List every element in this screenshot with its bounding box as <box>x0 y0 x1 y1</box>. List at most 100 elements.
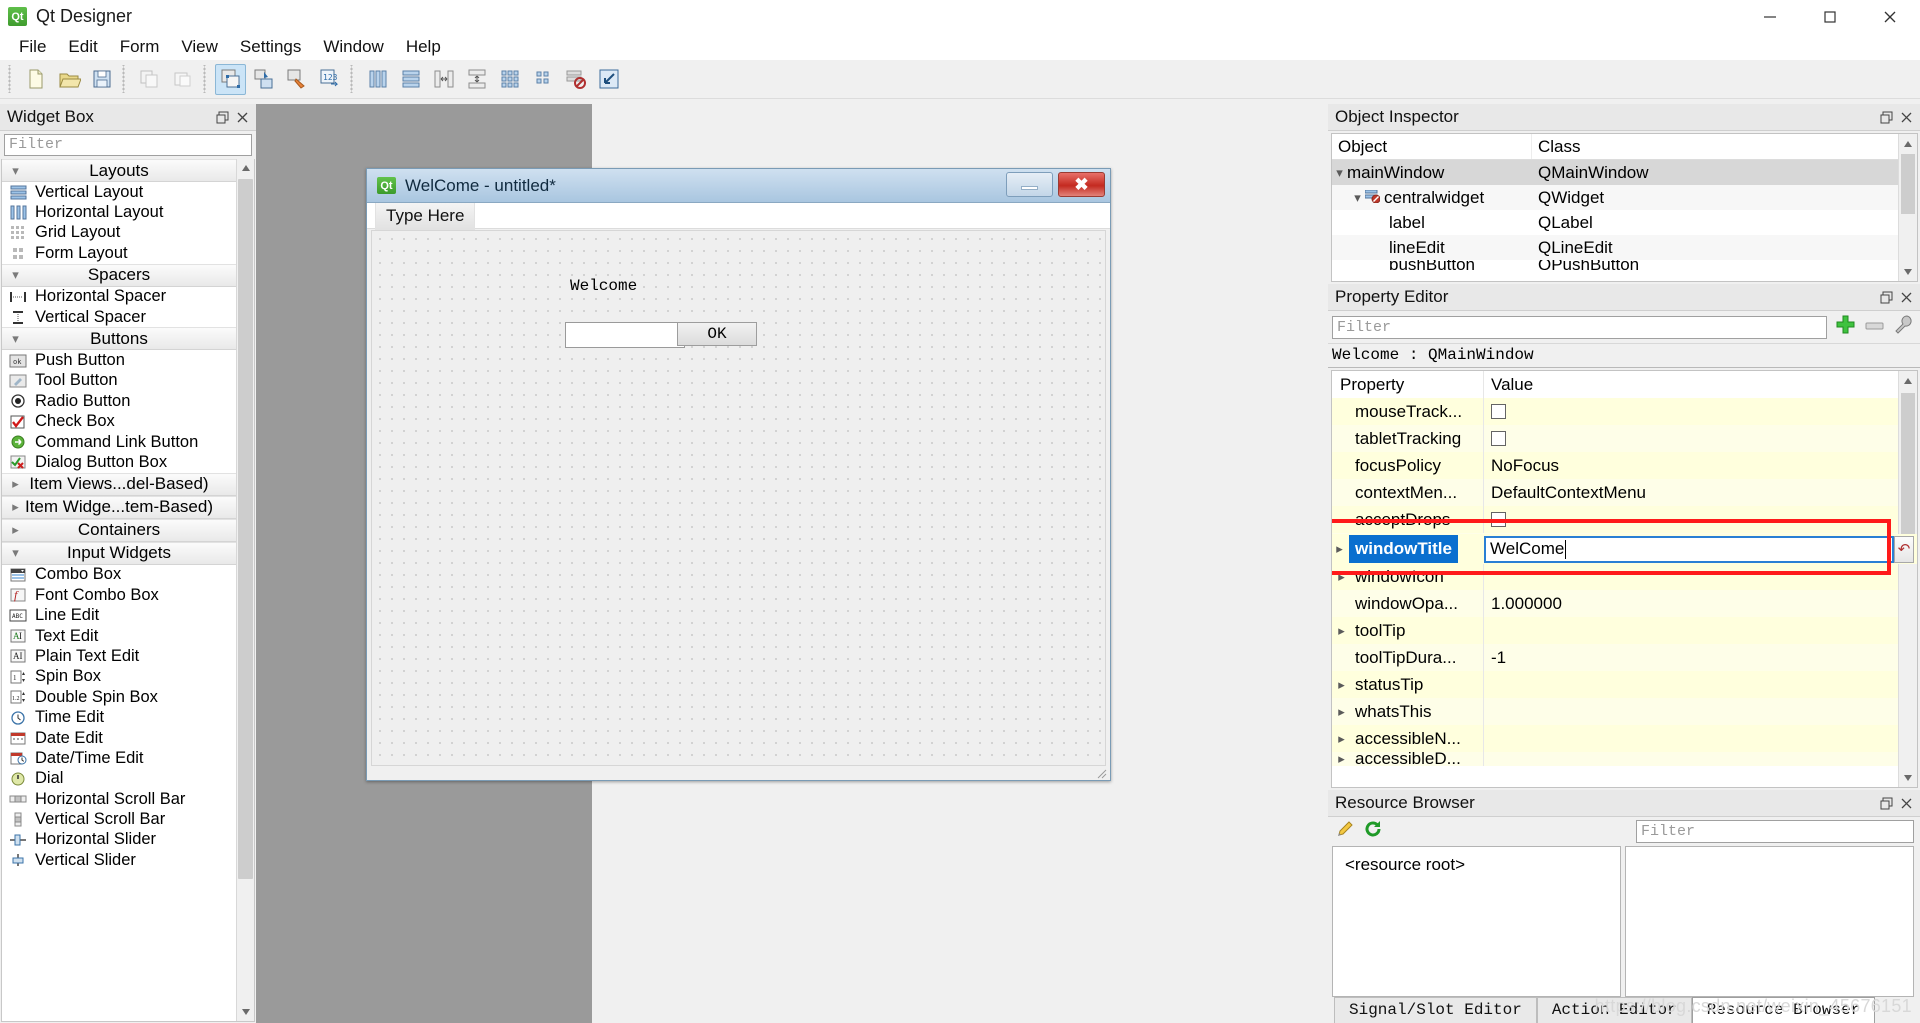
float-icon[interactable] <box>1876 793 1896 813</box>
property-row-focuspolicy[interactable]: focusPolicy NoFocus <box>1332 452 1898 479</box>
float-icon[interactable] <box>1876 107 1896 127</box>
property-editor-scrollbar[interactable] <box>1898 371 1917 787</box>
widget-category-item-widgets[interactable]: ▸ Item Widge...tem-Based) <box>2 495 236 519</box>
chevron-right-icon[interactable]: ▸ <box>1334 677 1349 693</box>
layout-splitter-vertical-button[interactable] <box>461 64 492 95</box>
property-value[interactable] <box>1484 698 1898 725</box>
widget-item-vertical-spacer[interactable]: Vertical Spacer <box>2 307 236 327</box>
widget-item-plain-text-edit[interactable]: AI Plain Text Edit <box>2 646 236 666</box>
widget-category-spacers[interactable]: ▾ Spacers <box>2 263 236 287</box>
property-row-tablettracking[interactable]: tabletTracking <box>1332 425 1898 452</box>
widget-category-layouts[interactable]: ▾ Layouts <box>2 159 236 182</box>
form-window[interactable]: Qt WelCome - untitled* ✖ Type Here Welco… <box>366 168 1111 781</box>
form-minimize-button[interactable] <box>1006 172 1053 197</box>
close-icon[interactable] <box>232 107 252 127</box>
widget-item-font-combo-box[interactable]: f Font Combo Box <box>2 585 236 605</box>
menu-form[interactable]: Form <box>109 34 171 60</box>
property-row-windowicon[interactable]: ▸ windowIcon <box>1332 563 1898 590</box>
pencil-icon[interactable] <box>1335 820 1354 844</box>
form-central-widget[interactable]: Welcome OK <box>371 230 1106 766</box>
add-property-button[interactable] <box>1835 314 1856 340</box>
widget-item-command-link-button[interactable]: Command Link Button <box>2 432 236 452</box>
property-row-statustip[interactable]: ▸ statusTip <box>1332 671 1898 698</box>
menu-window[interactable]: Window <box>312 34 394 60</box>
property-value[interactable] <box>1484 617 1898 644</box>
widget-item-vertical-slider[interactable]: Vertical Slider <box>2 850 236 870</box>
property-value[interactable]: NoFocus <box>1484 452 1898 479</box>
property-row-whatsthis[interactable]: ▸ whatsThis <box>1332 698 1898 725</box>
break-layout-button[interactable] <box>560 64 591 95</box>
widget-category-item-views[interactable]: ▸ Item Views...del-Based) <box>2 472 236 496</box>
toolbar-grip-4[interactable] <box>349 65 358 93</box>
widget-box-filter-input[interactable]: Filter <box>4 134 252 156</box>
property-row-mousetracking[interactable]: mouseTrack... <box>1332 398 1898 425</box>
widget-item-date-edit[interactable]: Date Edit <box>2 728 236 748</box>
widget-item-tool-button[interactable]: Tool Button <box>2 371 236 391</box>
toolbar-grip[interactable] <box>7 65 16 93</box>
property-row-contextmenupolicy[interactable]: contextMen... DefaultContextMenu <box>1332 479 1898 506</box>
property-filter-input[interactable]: Filter <box>1332 315 1827 339</box>
scrollbar-thumb[interactable] <box>1901 393 1915 543</box>
type-here-menu-placeholder[interactable]: Type Here <box>375 201 476 230</box>
property-value[interactable] <box>1484 725 1898 752</box>
form-label-welcome[interactable]: Welcome <box>570 277 637 295</box>
design-canvas[interactable]: Qt WelCome - untitled* ✖ Type Here Welco… <box>256 104 1111 1023</box>
minimize-button[interactable] <box>1740 0 1800 33</box>
property-row-accessiblename[interactable]: ▸ accessibleN... <box>1332 725 1898 752</box>
save-form-button[interactable] <box>86 64 117 95</box>
chevron-right-icon[interactable]: ▸ <box>1334 704 1349 720</box>
close-icon[interactable] <box>1896 107 1916 127</box>
reload-icon[interactable] <box>1364 820 1383 844</box>
property-value[interactable]: DefaultContextMenu <box>1484 479 1898 506</box>
edit-widgets-button[interactable] <box>215 63 246 95</box>
edit-signals-slots-button[interactable] <box>248 64 279 95</box>
menu-help[interactable]: Help <box>395 34 452 60</box>
undo-button[interactable] <box>134 64 165 95</box>
column-class[interactable]: Class <box>1532 134 1581 159</box>
column-value[interactable]: Value <box>1484 371 1898 398</box>
widget-category-input-widgets[interactable]: ▾ Input Widgets <box>2 541 236 565</box>
toolbar-grip-3[interactable] <box>202 65 211 93</box>
property-value[interactable] <box>1484 563 1898 590</box>
scrollbar-thumb[interactable] <box>238 179 253 879</box>
chevron-right-icon[interactable]: ▸ <box>1332 541 1347 557</box>
resource-root-item[interactable]: <resource root> <box>1345 855 1465 874</box>
form-ok-button[interactable]: OK <box>677 322 757 346</box>
scrollbar-thumb[interactable] <box>1901 154 1915 214</box>
widget-category-containers[interactable]: ▸ Containers <box>2 518 236 542</box>
widget-category-buttons[interactable]: ▾ Buttons <box>2 327 236 351</box>
widget-item-push-button[interactable]: ok Push Button <box>2 350 236 370</box>
layout-form-button[interactable] <box>527 64 558 95</box>
close-icon[interactable] <box>1896 287 1916 307</box>
widget-item-check-box[interactable]: Check Box <box>2 412 236 432</box>
scroll-up-icon[interactable] <box>1899 134 1917 153</box>
property-row-windowopacity[interactable]: windowOpa... 1.000000 <box>1332 590 1898 617</box>
scroll-up-icon[interactable] <box>1899 371 1917 390</box>
widget-item-vertical-scroll-bar[interactable]: Vertical Scroll Bar <box>2 809 236 829</box>
float-icon[interactable] <box>1876 287 1896 307</box>
widget-item-horizontal-spacer[interactable]: Horizontal Spacer <box>2 287 236 307</box>
adjust-size-button[interactable] <box>593 64 624 95</box>
widget-item-radio-button[interactable]: Radio Button <box>2 391 236 411</box>
menu-view[interactable]: View <box>170 34 229 60</box>
remove-property-button[interactable] <box>1864 317 1885 337</box>
resource-list-pane[interactable] <box>1625 846 1914 997</box>
form-line-edit[interactable] <box>565 322 685 348</box>
widget-item-dial[interactable]: Dial <box>2 769 236 789</box>
table-row[interactable]: ▾ centralwidget QWidget <box>1332 185 1898 210</box>
form-resize-grip[interactable] <box>1094 764 1107 779</box>
property-checkbox[interactable] <box>1491 404 1506 419</box>
widget-item-form-layout[interactable]: Form Layout <box>2 243 236 263</box>
close-button[interactable] <box>1860 0 1920 33</box>
float-icon[interactable] <box>212 107 232 127</box>
widget-item-spin-box[interactable]: 1 Spin Box <box>2 667 236 687</box>
menu-edit[interactable]: Edit <box>57 34 108 60</box>
tab-signal-slot-editor[interactable]: Signal/Slot Editor <box>1334 997 1537 1023</box>
layout-splitter-horizontal-button[interactable] <box>428 64 459 95</box>
widget-item-line-edit[interactable]: ABC Line Edit <box>2 605 236 625</box>
menu-settings[interactable]: Settings <box>229 34 312 60</box>
property-checkbox[interactable] <box>1491 431 1506 446</box>
chevron-down-icon[interactable]: ▾ <box>1332 165 1347 181</box>
widget-item-text-edit[interactable]: AI Text Edit <box>2 626 236 646</box>
widget-item-double-spin-box[interactable]: 1.2 Double Spin Box <box>2 687 236 707</box>
